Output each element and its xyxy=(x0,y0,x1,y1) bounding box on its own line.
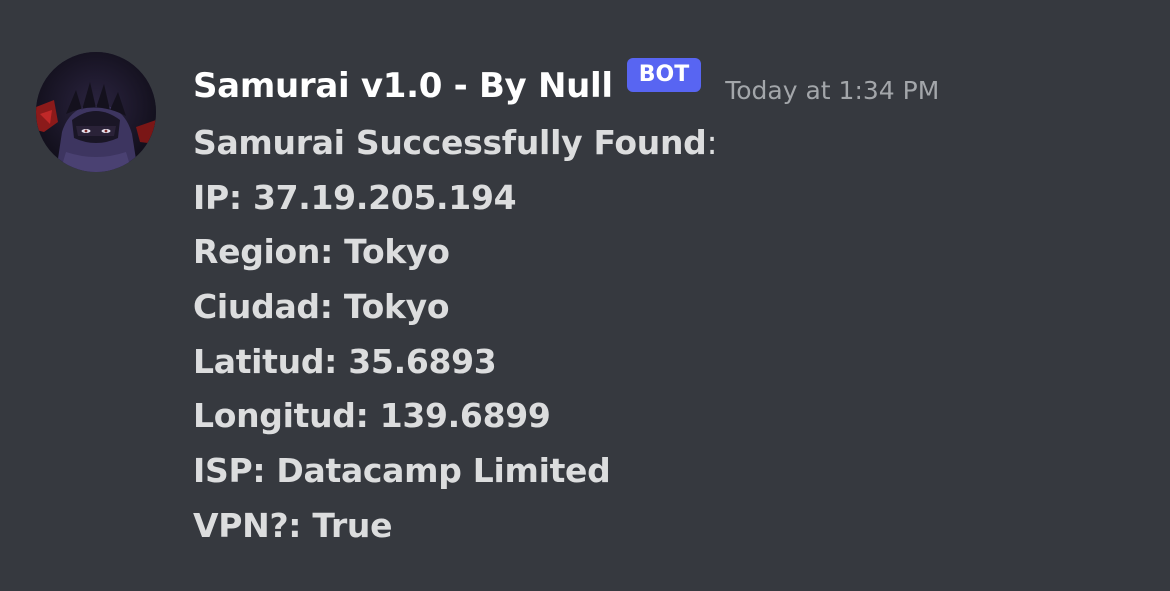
message-content: Samurai Successfully Found: IP: 37.19.20… xyxy=(193,116,1133,554)
ip-line: IP: 37.19.205.194 xyxy=(193,177,517,217)
title-line: Samurai Successfully Found: xyxy=(193,116,1133,171)
message-timestamp[interactable]: Today at 1:34 PM xyxy=(725,76,939,105)
vpn-line: VPN?: True xyxy=(193,505,393,545)
author-username[interactable]: Samurai v1.0 - By Null xyxy=(193,66,613,106)
longitud-line: Longitud: 139.6899 xyxy=(193,396,551,436)
ciudad-line: Ciudad: Tokyo xyxy=(193,287,450,327)
region-line: Region: Tokyo xyxy=(193,232,450,272)
isp-line: ISP: Datacamp Limited xyxy=(193,451,611,491)
title-text: Samurai Successfully Found xyxy=(193,123,707,162)
message-header: Samurai v1.0 - By Null BOT Today at 1:34… xyxy=(193,56,939,116)
ninja-avatar-icon xyxy=(36,52,156,172)
latitud-line: Latitud: 35.6893 xyxy=(193,341,497,381)
chat-message: Samurai v1.0 - By Null BOT Today at 1:34… xyxy=(0,0,1170,591)
bot-badge: BOT xyxy=(626,58,702,92)
title-colon: : xyxy=(706,123,718,162)
avatar[interactable] xyxy=(36,52,156,172)
